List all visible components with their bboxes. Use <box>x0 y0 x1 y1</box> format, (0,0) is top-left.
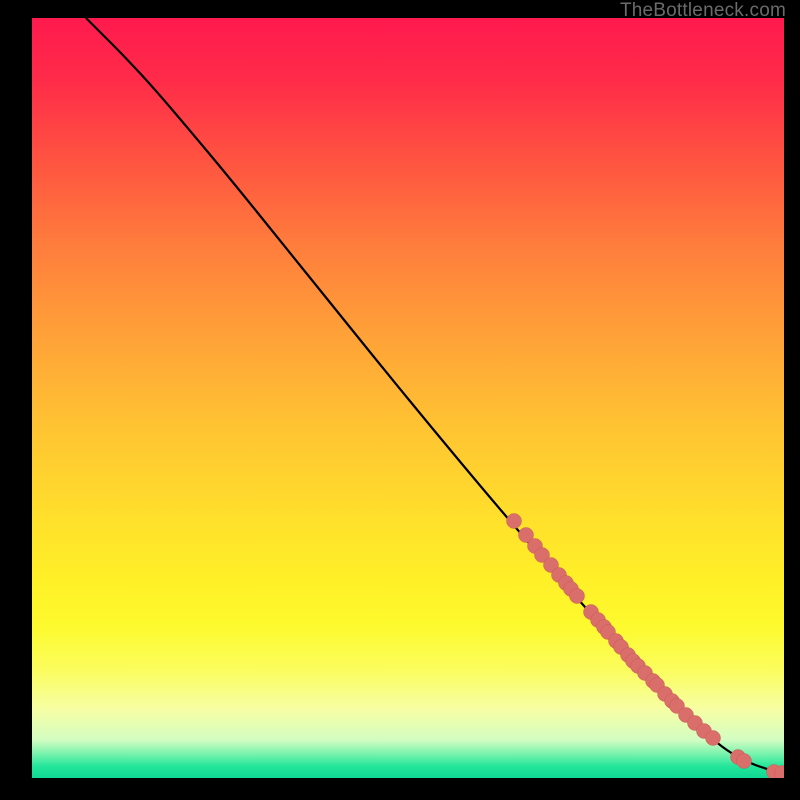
plot-background-gradient <box>32 18 784 778</box>
chart-stage: TheBottleneck.com <box>0 0 800 800</box>
watermark-text: TheBottleneck.com <box>620 0 786 22</box>
